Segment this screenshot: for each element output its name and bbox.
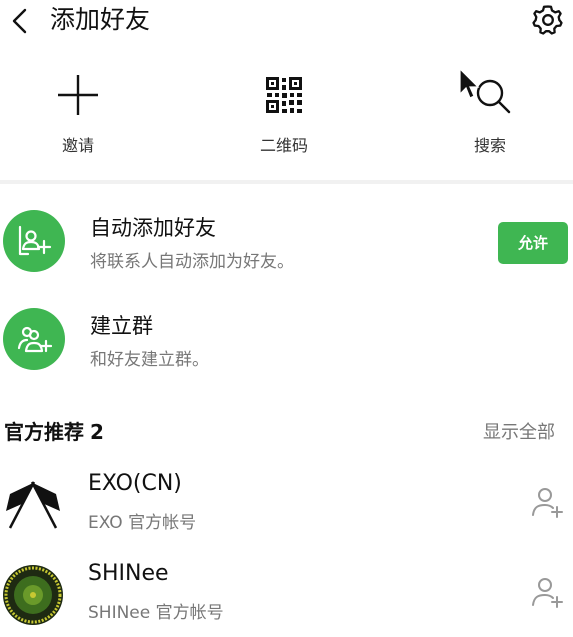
invite-button[interactable]: 邀请 <box>18 60 138 170</box>
auto-add-subtitle: 将联系人自动添加为好友。 <box>90 252 294 272</box>
gear-icon[interactable] <box>531 3 565 37</box>
shinee-logo-icon <box>3 565 63 625</box>
account-subtitle: EXO 官方帐号 <box>88 513 197 533</box>
create-group-row[interactable]: 建立群 和好友建立群。 <box>0 298 573 384</box>
section-divider <box>0 180 573 184</box>
auto-add-title: 自动添加好友 <box>90 216 216 240</box>
create-group-subtitle: 和好友建立群。 <box>90 350 209 370</box>
account-name: EXO(CN) <box>88 471 182 496</box>
show-all-link[interactable]: 显示全部 <box>483 418 555 444</box>
auto-add-friends-row: 自动添加好友 将联系人自动添加为好友。 允许 <box>0 200 573 286</box>
qr-code-icon <box>266 77 302 113</box>
add-friend-icon[interactable] <box>530 484 566 520</box>
recommend-title: 官方推荐 2 <box>4 416 104 445</box>
official-recommend-header: 官方推荐 2 显示全部 <box>0 414 573 446</box>
mouse-cursor-icon <box>459 68 480 99</box>
account-name: SHINee <box>88 561 169 586</box>
search-label: 搜索 <box>473 136 506 155</box>
add-group-icon <box>17 326 52 353</box>
header-bar: 添加好友 <box>0 0 573 42</box>
page-title: 添加好友 <box>50 5 151 34</box>
add-method-row: 邀请 二维码 搜索 <box>0 60 573 178</box>
account-item-exo[interactable]: EXO(CN) EXO 官方帐号 <box>0 466 573 546</box>
search-button[interactable]: 搜索 <box>430 60 550 170</box>
auto-add-avatar <box>3 210 65 272</box>
create-group-title: 建立群 <box>90 314 153 338</box>
allow-button[interactable]: 允许 <box>498 222 568 264</box>
invite-label: 邀请 <box>61 136 94 155</box>
create-group-avatar <box>3 308 65 370</box>
recommend-title-text: 官方推荐 <box>4 420 84 444</box>
plus-icon <box>58 75 98 115</box>
qr-code-label: 二维码 <box>259 136 308 155</box>
add-contact-icon <box>18 225 52 256</box>
account-subtitle: SHINee 官方帐号 <box>88 603 224 623</box>
add-friend-icon[interactable] <box>530 574 566 610</box>
exo-logo-icon <box>6 481 60 529</box>
account-item-shinee[interactable]: SHINee SHINee 官方帐号 <box>0 556 573 636</box>
recommend-count: 2 <box>90 420 104 444</box>
back-arrow-icon[interactable] <box>6 6 36 36</box>
qr-code-button[interactable]: 二维码 <box>224 60 344 170</box>
